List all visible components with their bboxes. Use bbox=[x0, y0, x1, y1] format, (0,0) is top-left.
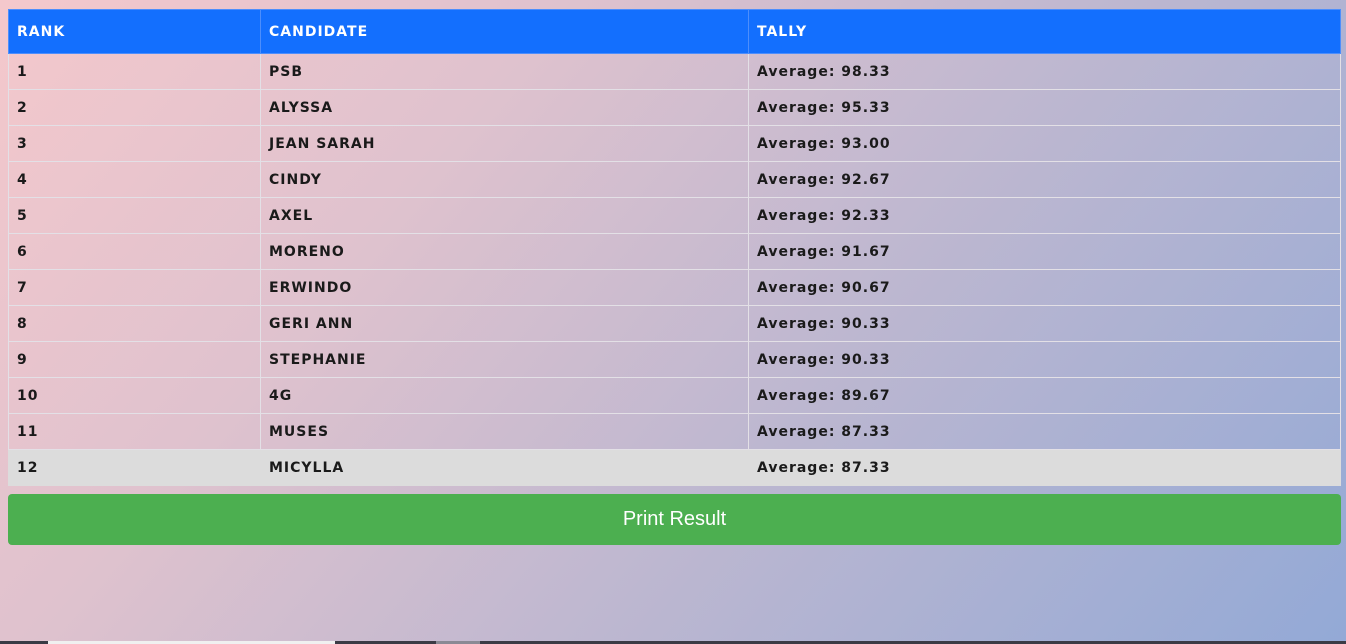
table-row: 8 GERI ANN Average: 90.33 bbox=[8, 305, 1341, 342]
candidate-cell: 4G bbox=[260, 377, 749, 414]
candidate-cell: PSB bbox=[260, 53, 749, 90]
table-row: 7 ERWINDO Average: 90.67 bbox=[8, 269, 1341, 306]
header-candidate: CANDIDATE bbox=[260, 9, 749, 54]
rank-cell: 5 bbox=[8, 197, 261, 234]
candidate-cell: STEPHANIE bbox=[260, 341, 749, 378]
candidate-cell: CINDY bbox=[260, 161, 749, 198]
table-row: 6 MORENO Average: 91.67 bbox=[8, 233, 1341, 270]
rank-cell: 7 bbox=[8, 269, 261, 306]
tally-cell: Average: 89.67 bbox=[748, 377, 1341, 414]
rank-cell: 11 bbox=[8, 413, 261, 450]
results-table-header: RANK CANDIDATE TALLY bbox=[8, 9, 1341, 54]
table-row-highlighted: 12 MICYLLA Average: 87.33 bbox=[8, 449, 1341, 486]
tally-cell: Average: 91.67 bbox=[748, 233, 1341, 270]
rank-cell: 4 bbox=[8, 161, 261, 198]
rank-cell: 2 bbox=[8, 89, 261, 126]
candidate-cell: MUSES bbox=[260, 413, 749, 450]
tally-cell: Average: 92.67 bbox=[748, 161, 1341, 198]
table-row: 3 JEAN SARAH Average: 93.00 bbox=[8, 125, 1341, 162]
tally-cell: Average: 90.33 bbox=[748, 341, 1341, 378]
tally-cell: Average: 87.33 bbox=[748, 413, 1341, 450]
table-row: 5 AXEL Average: 92.33 bbox=[8, 197, 1341, 234]
tally-cell: Average: 98.33 bbox=[748, 53, 1341, 90]
table-row: 2 ALYSSA Average: 95.33 bbox=[8, 89, 1341, 126]
candidate-cell: ALYSSA bbox=[260, 89, 749, 126]
candidate-cell: MORENO bbox=[260, 233, 749, 270]
rank-cell: 8 bbox=[8, 305, 261, 342]
rank-cell: 3 bbox=[8, 125, 261, 162]
candidate-cell: AXEL bbox=[260, 197, 749, 234]
tally-cell: Average: 87.33 bbox=[748, 449, 1341, 486]
tally-cell: Average: 95.33 bbox=[748, 89, 1341, 126]
candidate-cell: MICYLLA bbox=[260, 449, 749, 486]
rank-cell: 10 bbox=[8, 377, 261, 414]
rank-cell: 12 bbox=[8, 449, 261, 486]
results-table-body: 1 PSB Average: 98.33 2 ALYSSA Average: 9… bbox=[8, 53, 1341, 486]
tally-cell: Average: 90.67 bbox=[748, 269, 1341, 306]
header-row: RANK CANDIDATE TALLY bbox=[8, 9, 1341, 54]
rank-cell: 1 bbox=[8, 53, 261, 90]
tally-cell: Average: 90.33 bbox=[748, 305, 1341, 342]
table-row: 11 MUSES Average: 87.33 bbox=[8, 413, 1341, 450]
table-row: 1 PSB Average: 98.33 bbox=[8, 53, 1341, 90]
table-row: 10 4G Average: 89.67 bbox=[8, 377, 1341, 414]
candidate-cell: JEAN SARAH bbox=[260, 125, 749, 162]
table-row: 9 STEPHANIE Average: 90.33 bbox=[8, 341, 1341, 378]
rank-cell: 6 bbox=[8, 233, 261, 270]
candidate-cell: ERWINDO bbox=[260, 269, 749, 306]
table-row: 4 CINDY Average: 92.67 bbox=[8, 161, 1341, 198]
candidate-cell: GERI ANN bbox=[260, 305, 749, 342]
results-container: RANK CANDIDATE TALLY 1 PSB Average: 98.3… bbox=[8, 9, 1341, 545]
results-table: RANK CANDIDATE TALLY 1 PSB Average: 98.3… bbox=[8, 9, 1341, 486]
tally-cell: Average: 92.33 bbox=[748, 197, 1341, 234]
tally-cell: Average: 93.00 bbox=[748, 125, 1341, 162]
header-tally: TALLY bbox=[748, 9, 1341, 54]
header-rank: RANK bbox=[8, 9, 261, 54]
rank-cell: 9 bbox=[8, 341, 261, 378]
print-result-button[interactable]: Print Result bbox=[8, 494, 1341, 545]
